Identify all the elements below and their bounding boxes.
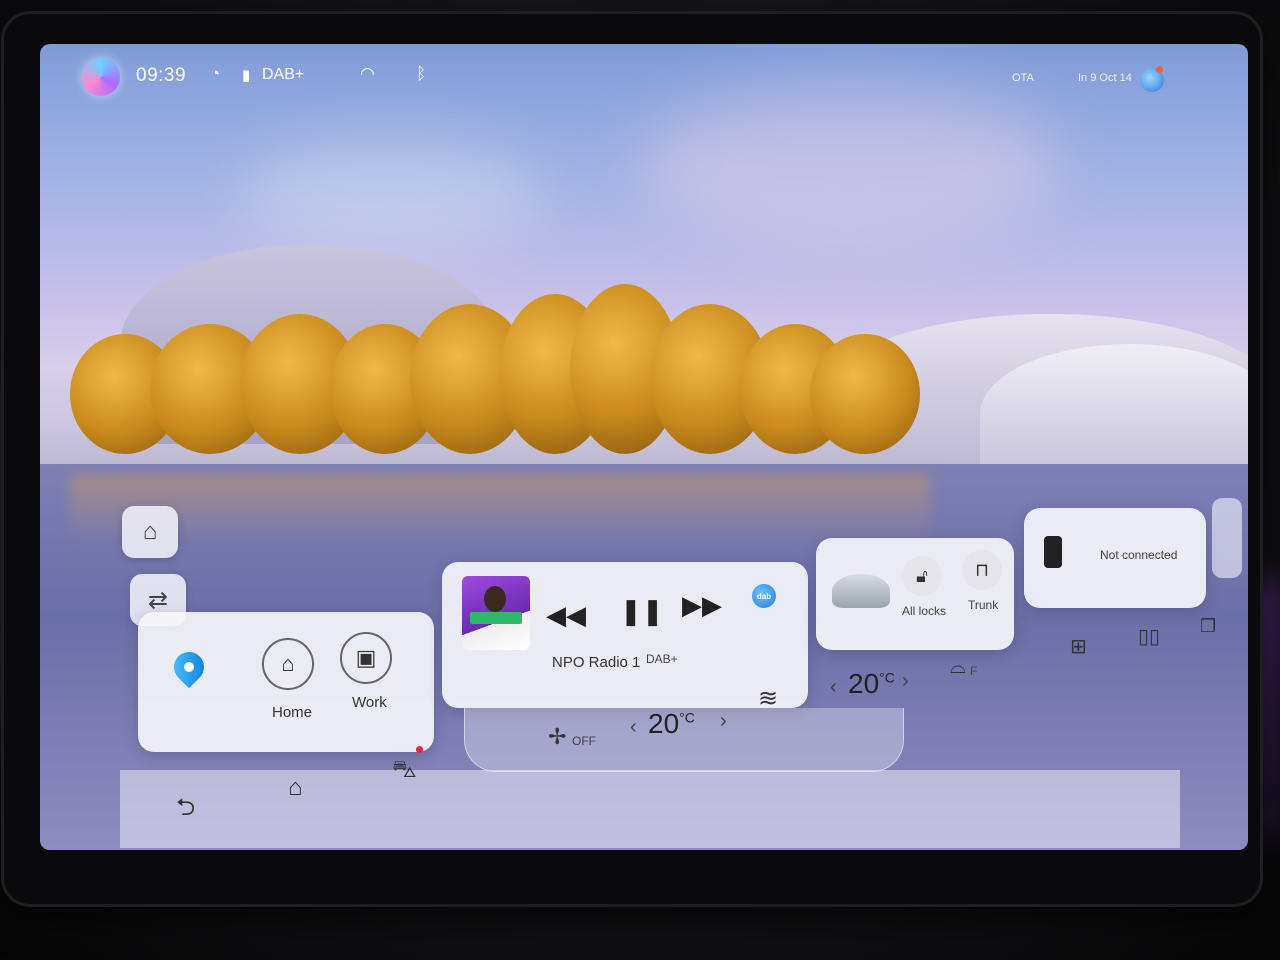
trunk-icon: ⊓ [974, 559, 990, 580]
locks-label: All locks [902, 604, 947, 618]
car-notification-dot [416, 746, 423, 753]
defrost-icon[interactable]: ⌓ [950, 656, 966, 679]
trunk-label: Trunk [968, 598, 999, 612]
clock: 09:39 [136, 65, 187, 86]
album-art [462, 576, 530, 650]
home-switch-icon: ⇄ [147, 586, 169, 614]
vehicle-card[interactable]: 🔓︎ All locks ⊓ Trunk [816, 538, 1014, 650]
trunk-button[interactable]: ⊓ [962, 550, 1002, 590]
car-thumbnail [832, 574, 890, 608]
briefcase-icon: ▣ [355, 645, 377, 670]
infotainment-screen: 09:39 ◔ ▮ DAB+ ◠ ᛒ OTA In 9 Oct 14 ⌂ ⇄ ⌂… [40, 44, 1248, 850]
seat-heat-icon[interactable]: ≋ [758, 684, 778, 713]
home-icon: ⌂ [281, 651, 295, 676]
home-icon[interactable]: ⌂ [288, 774, 303, 802]
phone-card[interactable]: Not connected [1024, 508, 1206, 608]
fast-forward-icon[interactable]: ▶▶ [682, 590, 722, 621]
wash-icon: ⌂ [142, 518, 158, 545]
nav-work-button[interactable]: ▣ [340, 632, 392, 684]
speed-icon: ◔ [210, 64, 221, 83]
dab-source-badge[interactable]: dab [752, 584, 776, 608]
car-wash-button[interactable]: ⌂ [122, 506, 178, 558]
nav-home-label: Home [272, 704, 313, 721]
assistant-avatar-icon[interactable] [82, 58, 120, 96]
wifi-icon: ◠ [360, 64, 375, 83]
status-bar: 09:39 ◔ ▮ DAB+ ◠ ᛒ OTA In 9 Oct 14 [40, 44, 1248, 110]
signal-icon: ▮ [242, 67, 251, 84]
notification-dot [1156, 66, 1163, 73]
lock-button[interactable]: 🔓︎ [902, 556, 942, 596]
next-card-peek[interactable] [1212, 498, 1242, 578]
back-icon[interactable]: ⮌ [176, 790, 195, 831]
radio-source-label: DAB+ [262, 66, 305, 83]
station-name: NPO Radio 1 [552, 654, 641, 671]
driver-temp: 20°C [648, 708, 695, 739]
nav-work-label: Work [352, 694, 387, 711]
driver-temp-up[interactable]: › [720, 710, 727, 733]
window-switch-icon[interactable]: ❐ [1200, 616, 1216, 637]
station-source: DAB+ [646, 652, 678, 666]
media-card[interactable]: ◀◀ ❚❚ ▶▶ dab NPO Radio 1 DAB+ [442, 562, 808, 708]
bluetooth-icon: ᛒ [416, 64, 427, 83]
defrost-label: F [970, 664, 978, 678]
passenger-temp-up[interactable]: › [902, 670, 909, 693]
passenger-temp-down[interactable]: ‹ [830, 676, 837, 699]
nav-home-button[interactable]: ⌂ [262, 638, 314, 690]
passenger-temp: 20°C [848, 668, 895, 699]
date-label: In 9 Oct 14 [1078, 72, 1132, 84]
car-icon[interactable]: ⛍ [392, 756, 417, 786]
ota-label: OTA [1012, 72, 1034, 84]
phone-status: Not connected [1100, 548, 1178, 562]
rewind-icon[interactable]: ◀◀ [546, 600, 586, 631]
split-view-icon[interactable]: ▯▯ [1138, 624, 1160, 649]
map-pin-icon [167, 645, 211, 689]
fan-label: OFF [572, 734, 596, 748]
bottom-dock [120, 770, 1180, 848]
pause-icon[interactable]: ❚❚ [620, 596, 664, 627]
fan-icon[interactable]: ✢ [548, 724, 566, 750]
grid-view-icon[interactable]: ⊞ [1070, 634, 1087, 659]
lock-icon: 🔓︎ [916, 565, 928, 586]
phone-icon [1044, 536, 1062, 568]
navigation-card[interactable]: ⌂ Home ▣ Work [138, 612, 434, 752]
driver-temp-down[interactable]: ‹ [630, 716, 637, 739]
